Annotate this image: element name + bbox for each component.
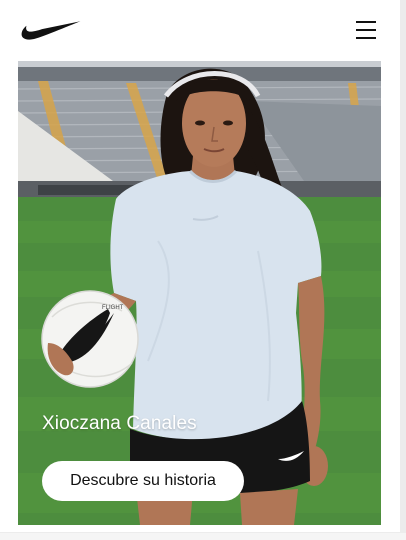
svg-text:FLIGHT: FLIGHT xyxy=(102,305,124,311)
page-bottom-divider xyxy=(0,532,406,540)
hero-image: FLIGHT xyxy=(18,61,381,525)
nike-swoosh-icon[interactable] xyxy=(20,19,82,41)
menu-line xyxy=(356,21,376,23)
site-header xyxy=(0,0,400,60)
discover-story-button[interactable]: Descubre su historia xyxy=(42,461,244,501)
hamburger-menu-button[interactable] xyxy=(356,20,378,40)
menu-line xyxy=(356,37,376,39)
scrollbar-track[interactable] xyxy=(400,0,406,540)
menu-line xyxy=(356,29,376,31)
athlete-name: Xioczana Canales xyxy=(42,413,197,434)
page: FLIGHT Xioczana Canales Descubre su hist… xyxy=(0,0,406,540)
hero-banner[interactable]: FLIGHT Xioczana Canales Descubre su hist… xyxy=(18,61,381,525)
